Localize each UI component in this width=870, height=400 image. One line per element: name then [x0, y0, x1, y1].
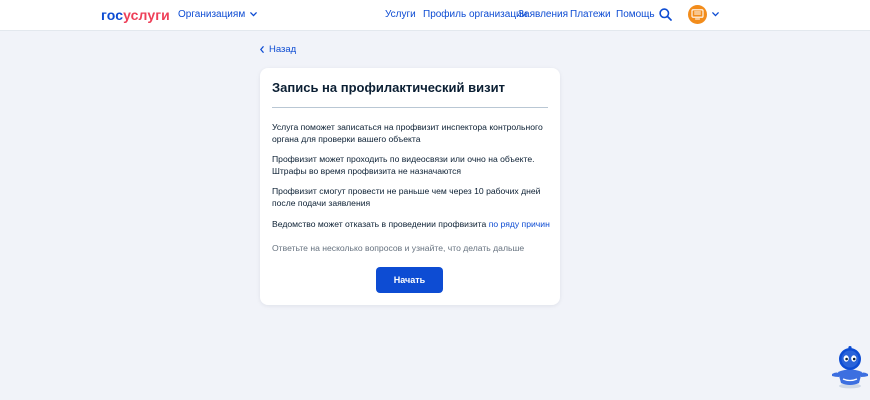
nav-help[interactable]: Помощь [616, 9, 655, 20]
search-icon[interactable] [659, 8, 672, 21]
user-avatar-icon [691, 9, 704, 20]
chevron-down-icon [250, 12, 258, 17]
logo-part-gos: гос [101, 7, 124, 23]
gosuslugi-logo[interactable]: госуслуги [101, 7, 170, 23]
divider [272, 107, 548, 108]
card-title: Запись на профилактический визит [272, 80, 505, 95]
top-header: госуслуги Организациям Услуги Профиль ор… [0, 0, 870, 31]
nav-organization-profile[interactable]: Профиль организации [423, 9, 527, 20]
service-card: Запись на профилактический визит Услуга … [260, 68, 560, 305]
info-paragraph: Профвизит смогут провести не раньше чем … [272, 186, 541, 208]
chevron-left-icon [260, 46, 264, 53]
nav-payments[interactable]: Платежи [570, 9, 611, 20]
refusal-paragraph: Ведомство может отказать в проведении пр… [272, 218, 550, 230]
user-avatar[interactable] [688, 5, 707, 24]
logo-part-uslugi: услуги [123, 7, 170, 23]
refusal-reasons-link[interactable]: по ряду причин [489, 219, 550, 229]
start-button[interactable]: Начать [376, 267, 443, 293]
back-link[interactable]: Назад [260, 44, 296, 55]
hint-text: Ответьте на несколько вопросов и узнайте… [272, 243, 525, 253]
back-link-label: Назад [269, 44, 297, 55]
nav-services[interactable]: Услуги [385, 9, 416, 20]
refusal-text: Ведомство может отказать в проведении пр… [272, 219, 487, 229]
info-paragraph: Профвизит может проходить по видеосвязи … [272, 154, 535, 176]
nav-applications[interactable]: Заявления [518, 9, 568, 20]
robot-assistant-icon[interactable] [829, 345, 870, 389]
info-paragraph: Услуга поможет записаться на профвизит и… [272, 122, 543, 144]
organizations-menu-label: Организациям [178, 9, 246, 20]
organizations-menu[interactable]: Организациям [178, 9, 258, 20]
chevron-down-icon[interactable] [712, 12, 719, 17]
